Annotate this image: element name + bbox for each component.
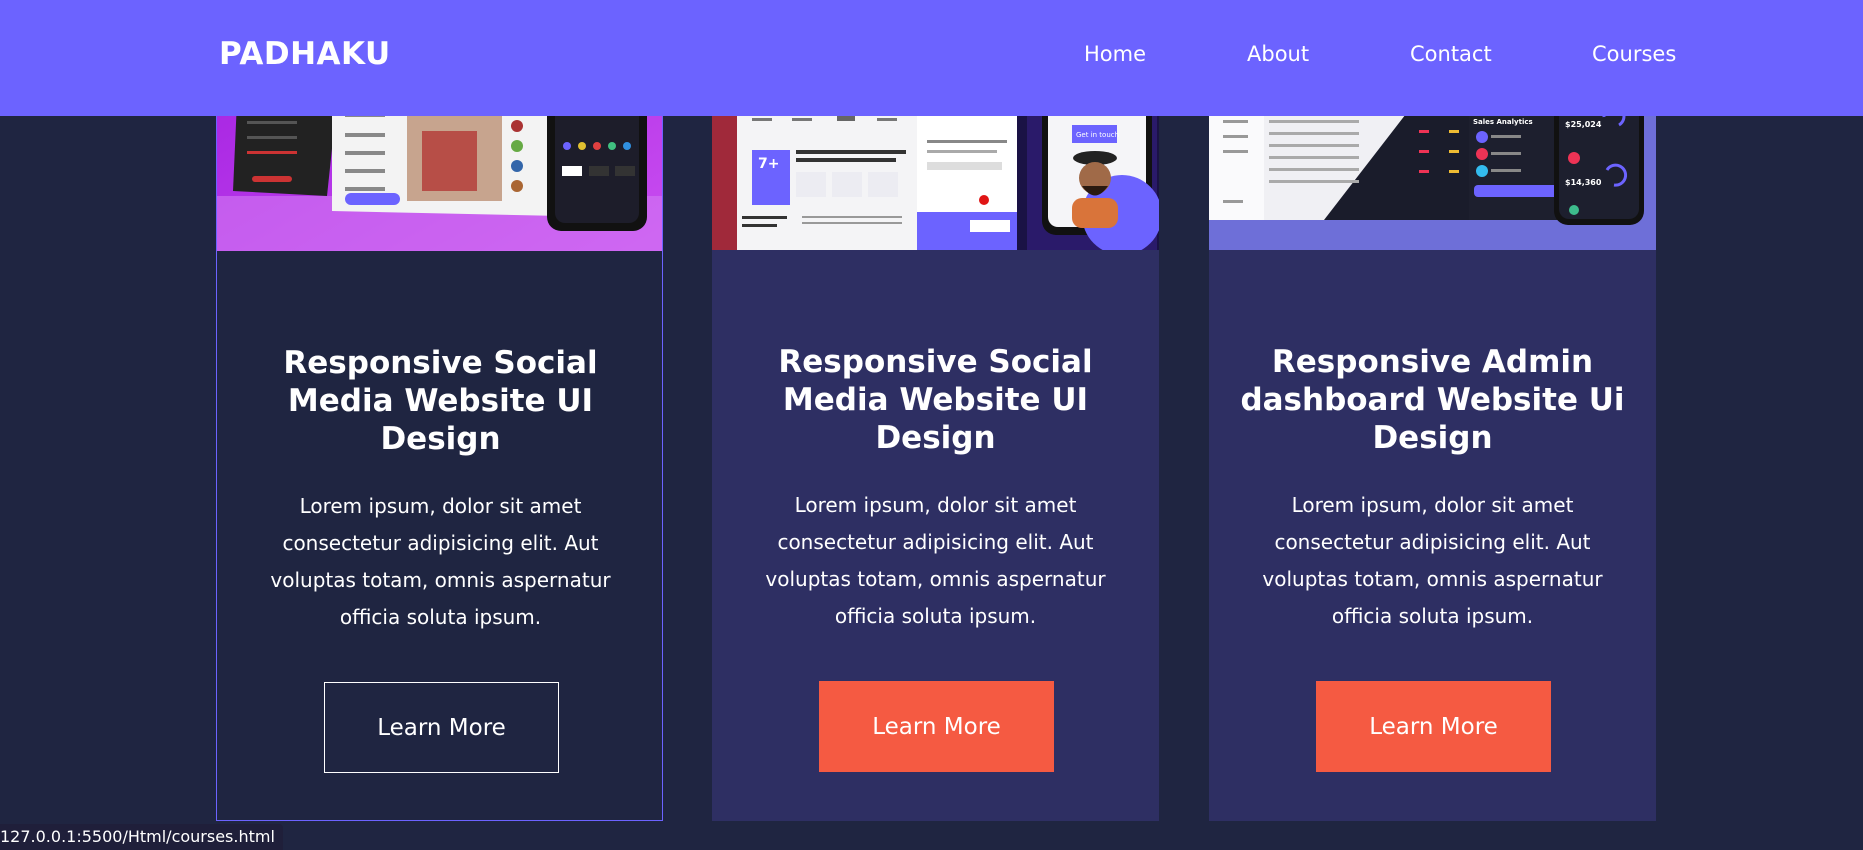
nav-link-home[interactable]: Home [1084,42,1146,66]
sales-analytics-text: Sales Analytics [1473,118,1533,126]
course-card-description: Lorem ipsum, dolor sit amet consectetur … [765,493,1106,628]
course-card-1: Responsive Social Media Website UI Desig… [216,0,663,821]
stat-total-text: $25,024 [1565,120,1602,129]
course-card-title: Responsive Social Media Website UI Desig… [778,344,1093,456]
course-card-2: 7+ Get in touch Responsive Social Media … [712,0,1159,821]
nav-link-courses[interactable]: Courses [1592,42,1676,66]
nav-links: Home About Contact Courses [0,42,1863,72]
learn-more-button[interactable]: Learn More [324,682,559,773]
browser-status-url: 127.0.0.1:5500/Html/courses.html [0,824,283,850]
course-card-description: Lorem ipsum, dolor sit amet consectetur … [270,494,611,629]
course-card-title: Responsive Social Media Website UI Desig… [283,345,598,457]
nav-link-about[interactable]: About [1247,42,1309,66]
course-card-description: Lorem ipsum, dolor sit amet consectetur … [1262,493,1603,628]
learn-more-button[interactable]: Learn More [1316,681,1551,772]
stat-badge: 7+ [758,156,779,172]
top-navbar: PADHAKU Home About Contact Courses [0,0,1863,116]
nav-link-contact[interactable]: Contact [1410,42,1492,66]
get-in-touch-text: Get in touch [1076,131,1119,139]
stat-expenses-text: $14,360 [1565,178,1602,187]
course-card-title: Responsive Admin dashboard Website Ui De… [1240,344,1625,456]
course-card-3: Sales Analytics $25,024 $14,360 Responsi… [1209,0,1656,821]
learn-more-button[interactable]: Learn More [819,681,1054,772]
